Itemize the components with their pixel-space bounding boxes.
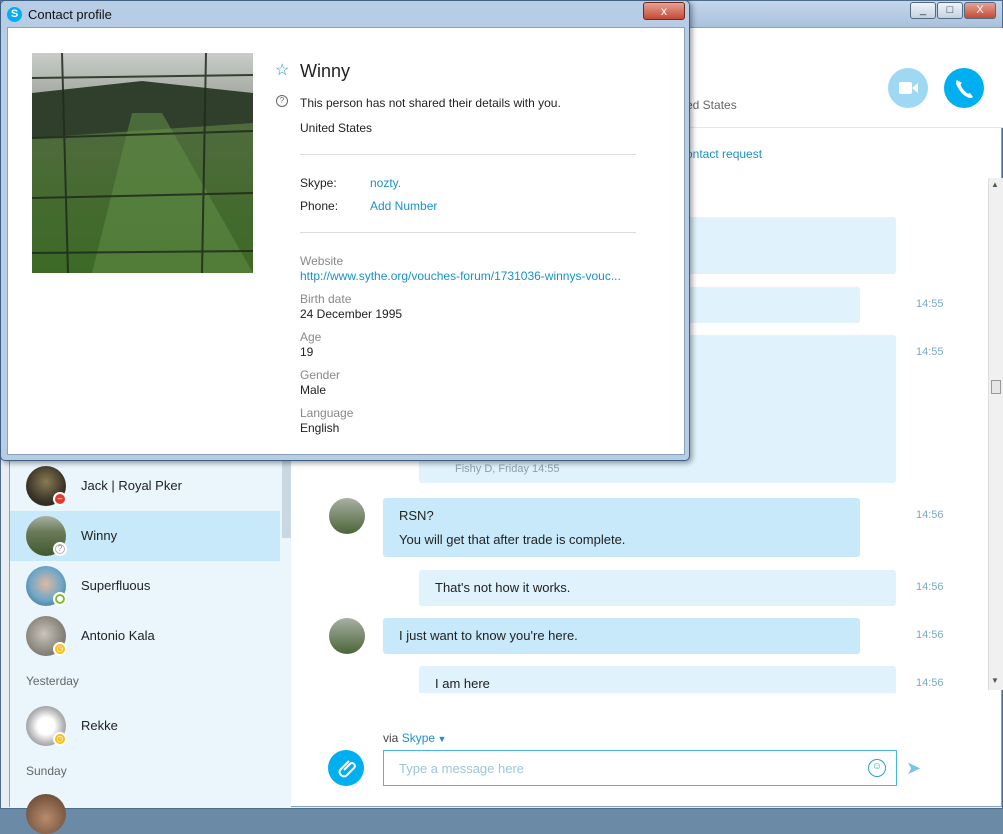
birth-date-value: 24 December 1995 bbox=[300, 307, 403, 321]
message-text: I just want to know you're here. bbox=[399, 628, 578, 643]
unknown-status-icon: ? bbox=[53, 542, 67, 556]
birth-date-label: Birth date bbox=[300, 292, 352, 306]
away-status-icon: ◷ bbox=[53, 732, 67, 746]
contact-item-jack[interactable]: – Jack | Royal Pker bbox=[10, 461, 280, 511]
message-text: I am here bbox=[435, 676, 490, 691]
contact-name: Winny bbox=[81, 528, 118, 543]
quote-meta: Fishy D, Friday 14:55 bbox=[455, 463, 560, 475]
dialog-titlebar: S Contact profile x bbox=[1, 1, 689, 27]
paperclip-icon bbox=[338, 760, 356, 778]
contact-item-rekke[interactable]: ◷ Rekke bbox=[10, 701, 280, 751]
age-value: 19 bbox=[300, 345, 314, 359]
avatar bbox=[329, 498, 365, 534]
add-number-link[interactable]: Add Number bbox=[370, 199, 437, 213]
favorite-star-icon[interactable]: ☆ bbox=[275, 60, 289, 80]
question-icon: ? bbox=[276, 95, 288, 107]
language-label: Language bbox=[300, 406, 354, 420]
message-bubble: RSN? You will get that after trade is co… bbox=[383, 498, 860, 557]
avatar bbox=[329, 618, 365, 654]
phone-icon bbox=[956, 80, 973, 98]
maximize-button[interactable]: □ bbox=[937, 2, 963, 19]
video-call-button[interactable] bbox=[888, 68, 928, 108]
message-bubble: I am here bbox=[419, 666, 896, 693]
profile-location: United States bbox=[300, 121, 373, 135]
chat-scrollbar[interactable]: ▲ ▼ bbox=[988, 178, 1003, 690]
scroll-up-icon[interactable]: ▲ bbox=[991, 180, 999, 189]
contact-name: Jack | Royal Pker bbox=[81, 478, 182, 493]
contact-profile-dialog: S Contact profile x ☆ Winny ? This perso… bbox=[0, 0, 690, 461]
skype-label: Skype: bbox=[300, 176, 337, 190]
voice-call-button[interactable] bbox=[944, 68, 984, 108]
section-header-yesterday: Yesterday bbox=[26, 674, 79, 688]
minimize-button[interactable]: _ bbox=[910, 2, 936, 19]
via-prefix: via bbox=[383, 731, 399, 745]
skype-logo-icon: S bbox=[7, 7, 22, 22]
via-service: Skype bbox=[401, 731, 436, 745]
message-text: That's not how it works. bbox=[435, 580, 571, 595]
avatar bbox=[26, 794, 66, 834]
message-time: 14:56 bbox=[916, 629, 944, 641]
scrollbar-thumb[interactable] bbox=[991, 380, 1001, 394]
message-text: You will get that after trade is complet… bbox=[399, 532, 626, 547]
message-text: RSN? bbox=[399, 508, 434, 523]
profile-photo-image bbox=[32, 53, 253, 273]
privacy-note: This person has not shared their details… bbox=[300, 96, 561, 110]
divider bbox=[300, 232, 636, 233]
message-bubble: That's not how it works. bbox=[419, 570, 896, 606]
skype-name-link[interactable]: nozty. bbox=[370, 176, 401, 190]
contact-name: Rekke bbox=[81, 718, 118, 733]
language-value: English bbox=[300, 421, 340, 435]
online-status-icon bbox=[53, 592, 67, 606]
contact-item-antonio-kala[interactable]: ◷ Antonio Kala bbox=[10, 611, 280, 661]
contact-item-winny[interactable]: ? Winny bbox=[10, 511, 280, 561]
contact-request-link[interactable]: ontact request bbox=[686, 147, 762, 161]
busy-status-icon: – bbox=[53, 492, 67, 506]
website-link[interactable]: http://www.sythe.org/vouches-forum/17310… bbox=[300, 269, 621, 283]
message-time: 14:56 bbox=[916, 581, 944, 593]
profile-photo bbox=[32, 53, 253, 273]
message-time: 14:56 bbox=[916, 509, 944, 521]
gender-value: Male bbox=[300, 383, 327, 397]
video-camera-icon bbox=[899, 82, 918, 94]
message-time: 14:55 bbox=[916, 298, 944, 310]
message-time: 14:55 bbox=[916, 346, 944, 358]
message-time: 14:56 bbox=[916, 677, 944, 689]
profile-name: Winny bbox=[300, 61, 351, 81]
contact-name: Antonio Kala bbox=[81, 628, 155, 643]
emoticon-icon[interactable]: ☺ bbox=[868, 759, 886, 777]
phone-label: Phone: bbox=[300, 199, 339, 213]
dialog-title: Contact profile bbox=[28, 7, 112, 22]
send-icon[interactable]: ➤ bbox=[906, 758, 921, 779]
via-selector[interactable]: via Skype ▼ bbox=[383, 731, 446, 745]
main-close-button[interactable]: X bbox=[964, 2, 996, 19]
sidebar-scrollbar-thumb[interactable] bbox=[282, 458, 291, 538]
age-label: Age bbox=[300, 330, 322, 344]
away-status-icon: ◷ bbox=[53, 642, 67, 656]
gender-label: Gender bbox=[300, 368, 341, 382]
message-bubble: I just want to know you're here. bbox=[383, 618, 860, 654]
scroll-down-icon[interactable]: ▼ bbox=[991, 676, 999, 685]
contact-name: Superfluous bbox=[81, 578, 151, 593]
section-header-sunday: Sunday bbox=[26, 764, 67, 778]
divider bbox=[300, 154, 636, 155]
message-input[interactable] bbox=[383, 750, 897, 786]
website-label: Website bbox=[300, 254, 344, 268]
contact-item-superfluous[interactable]: Superfluous bbox=[10, 561, 280, 611]
attach-button[interactable] bbox=[328, 750, 364, 786]
dialog-body: ☆ Winny ? This person has not shared the… bbox=[7, 27, 685, 455]
dialog-close-button[interactable]: x bbox=[643, 2, 685, 20]
contact-location: ed States bbox=[686, 98, 737, 112]
